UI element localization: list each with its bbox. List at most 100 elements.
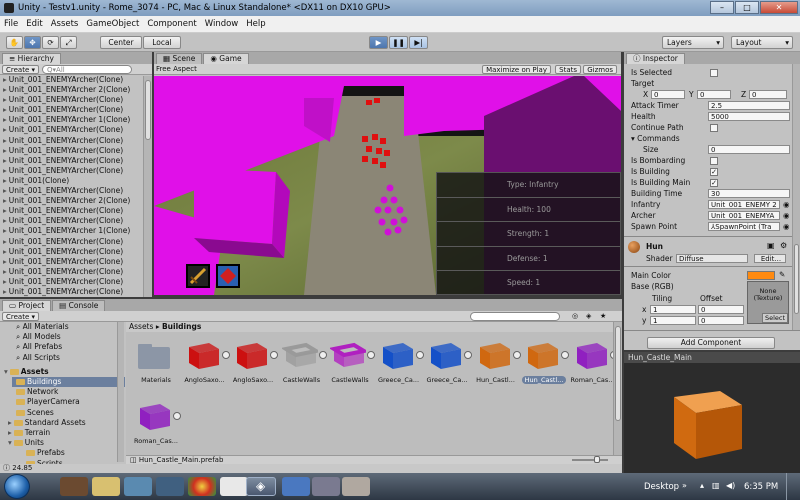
taskbar-app-media[interactable] bbox=[124, 477, 152, 496]
triangle-right-icon[interactable]: ▸ bbox=[3, 247, 7, 256]
asset-item[interactable]: CastleWalls bbox=[280, 337, 327, 384]
show-desktop-button[interactable] bbox=[786, 473, 800, 500]
zoom-slider[interactable] bbox=[572, 459, 608, 461]
help-icon[interactable]: ▣ bbox=[767, 241, 775, 250]
zoom-slider-handle[interactable] bbox=[594, 456, 600, 463]
expand-arrow-icon[interactable] bbox=[415, 351, 424, 359]
expand-arrow-icon[interactable] bbox=[173, 412, 181, 420]
target-z-field[interactable]: 0 bbox=[749, 90, 787, 99]
triangle-right-icon[interactable]: ▸ bbox=[3, 166, 7, 175]
commands-foldout[interactable]: ▾ Commands bbox=[631, 134, 680, 144]
game-viewport[interactable]: Type: Infantry Health: 100 Strength: 1 D… bbox=[154, 76, 621, 295]
taskbar-app-chrome[interactable] bbox=[188, 477, 216, 496]
triangle-right-icon[interactable]: ▸ bbox=[3, 176, 7, 185]
object-picker-icon[interactable]: ◉ bbox=[783, 211, 790, 221]
pivot-local-button[interactable]: Local bbox=[143, 36, 181, 49]
taskbar-app-tool[interactable] bbox=[312, 477, 340, 496]
menu-help[interactable]: Help bbox=[246, 19, 265, 29]
continue-path-checkbox[interactable] bbox=[710, 124, 718, 132]
hierarchy-item[interactable]: ▸ Unit_001_ENEMYArcher(Clone) bbox=[3, 95, 152, 105]
aspect-dropdown[interactable]: Free Aspect bbox=[156, 65, 197, 73]
scale-tool-button[interactable]: ⤢ bbox=[60, 36, 77, 49]
hierarchy-item[interactable]: ▸ Unit_001_ENEMYArcher(Clone) bbox=[3, 105, 152, 115]
asset-item[interactable]: Roman_Cas... bbox=[134, 398, 181, 445]
tree-prefabs[interactable]: Prefabs bbox=[26, 448, 125, 458]
triangle-right-icon[interactable]: ▸ bbox=[3, 237, 7, 246]
triangle-right-icon[interactable]: ▸ bbox=[3, 287, 7, 296]
hand-tool-button[interactable]: ✋ bbox=[6, 36, 23, 49]
hierarchy-item[interactable]: ▸ Unit_001_ENEMYArcher(Clone) bbox=[3, 206, 152, 216]
spawn-point-field[interactable]: ⅄SpawnPoint (Tra bbox=[708, 222, 780, 231]
hierarchy-item[interactable]: ▸ Unit_001_ENEMYArcher(Clone) bbox=[3, 287, 152, 297]
tiling-x-field[interactable]: 1 bbox=[650, 305, 696, 314]
tree-scenes[interactable]: Scenes bbox=[16, 408, 125, 418]
network-icon[interactable]: ▥ bbox=[712, 481, 720, 490]
taskbar-app-folder[interactable] bbox=[92, 477, 120, 496]
edit-shader-button[interactable]: Edit... bbox=[754, 254, 786, 263]
clock[interactable]: 6:35 PM bbox=[744, 482, 778, 492]
triangle-right-icon[interactable]: ▸ bbox=[3, 277, 7, 286]
shader-dropdown[interactable]: Diffuse bbox=[676, 254, 748, 263]
hierarchy-item[interactable]: ▸ Unit_001_ENEMYArcher 1(Clone) bbox=[3, 226, 152, 236]
target-x-field[interactable]: 0 bbox=[651, 90, 685, 99]
close-button[interactable]: ✕ bbox=[760, 1, 798, 14]
taskbar-app-editor[interactable] bbox=[342, 477, 370, 496]
hierarchy-search-input[interactable]: Q▾All bbox=[42, 64, 133, 74]
tab-inspector[interactable]: ⓘ Inspector bbox=[626, 53, 685, 64]
add-component-button[interactable]: Add Component bbox=[647, 337, 775, 349]
menu-window[interactable]: Window bbox=[205, 19, 239, 29]
hierarchy-item[interactable]: ▸ Unit_001_ENEMYArcher(Clone) bbox=[3, 136, 152, 146]
target-y-field[interactable]: 0 bbox=[697, 90, 731, 99]
triangle-right-icon[interactable]: ▸ bbox=[3, 267, 7, 276]
stats-toggle[interactable]: Stats bbox=[555, 64, 581, 74]
asset-item[interactable]: AngloSaxo... bbox=[183, 337, 230, 384]
hierarchy-scroll-thumb[interactable] bbox=[145, 80, 151, 140]
gear-icon[interactable]: ⚙ bbox=[780, 241, 787, 250]
tree-all-materials[interactable]: ⌕ All Materials bbox=[16, 322, 125, 332]
taskbar-app-unity[interactable]: ◈ bbox=[246, 477, 276, 496]
expand-arrow-icon[interactable] bbox=[512, 351, 521, 359]
defend-skill-button[interactable] bbox=[216, 264, 240, 288]
tray-expand-icon[interactable]: ▴ bbox=[700, 481, 704, 490]
layout-dropdown[interactable]: Layout ▾ bbox=[731, 36, 793, 49]
play-button[interactable]: ▶ bbox=[369, 36, 388, 49]
taskbar-app-document[interactable] bbox=[220, 477, 248, 496]
hierarchy-item[interactable]: ▸ Unit_001_ENEMYArcher(Clone) bbox=[3, 216, 152, 226]
tree-buildings[interactable]: Buildings bbox=[12, 377, 125, 388]
volume-icon[interactable]: ◀) bbox=[726, 481, 735, 490]
chevron-right-icon[interactable]: » bbox=[682, 481, 687, 490]
tab-hierarchy[interactable]: ≡ Hierarchy bbox=[2, 53, 61, 64]
tree-assets[interactable]: ▾ Assets bbox=[4, 367, 125, 377]
tree-all-scripts[interactable]: ⌕ All Scripts bbox=[16, 353, 125, 363]
attack-skill-button[interactable] bbox=[186, 264, 210, 288]
main-color-swatch[interactable] bbox=[747, 271, 775, 280]
hierarchy-item[interactable]: ▸ Unit_001_ENEMYArcher(Clone) bbox=[3, 125, 152, 135]
triangle-right-icon[interactable]: ▸ bbox=[3, 186, 7, 195]
hierarchy-item[interactable]: ▸ Unit_001_ENEMYArcher 2(Clone) bbox=[3, 85, 152, 95]
expand-arrow-icon[interactable] bbox=[464, 351, 472, 359]
triangle-right-icon[interactable]: ▸ bbox=[3, 216, 7, 225]
filter-label-icon[interactable]: ◈ bbox=[586, 312, 591, 320]
tree-standard-assets[interactable]: ▸ Standard Assets bbox=[8, 418, 125, 428]
expand-arrow-icon[interactable] bbox=[318, 351, 327, 359]
offset-y-field[interactable]: 0 bbox=[698, 316, 744, 325]
desktop-toolbar[interactable]: Desktop bbox=[644, 482, 679, 492]
is-bombarding-checkbox[interactable] bbox=[710, 157, 718, 165]
triangle-right-icon[interactable]: ▸ bbox=[3, 136, 7, 145]
triangle-right-icon[interactable]: ▸ bbox=[3, 125, 7, 134]
asset-scrollbar[interactable] bbox=[613, 322, 622, 462]
asset-item[interactable]: Roman_Cas... bbox=[571, 337, 618, 384]
object-picker-icon[interactable]: ◉ bbox=[783, 222, 790, 232]
eyedropper-icon[interactable]: ✎ bbox=[779, 270, 785, 280]
move-tool-button[interactable]: ✥ bbox=[24, 36, 41, 49]
hierarchy-item[interactable]: ▸ Unit_001_ENEMYArcher(Clone) bbox=[3, 166, 152, 176]
infantry-field[interactable]: Unit_001_ENEMY 2 bbox=[708, 200, 780, 209]
is-building-main-checkbox[interactable]: ✓ bbox=[710, 179, 718, 187]
menu-assets[interactable]: Assets bbox=[51, 19, 79, 29]
hierarchy-item[interactable]: ▸ Unit_001_ENEMYArcher(Clone) bbox=[3, 247, 152, 257]
hierarchy-item[interactable]: ▸ Unit_001_ENEMYArcher 2(Clone) bbox=[3, 196, 152, 206]
tree-playercamera[interactable]: PlayerCamera bbox=[16, 397, 125, 407]
inspector-scrollbar[interactable] bbox=[792, 64, 800, 330]
building-time-field[interactable]: 30 bbox=[708, 189, 790, 198]
tree-scrollbar[interactable] bbox=[117, 322, 124, 462]
